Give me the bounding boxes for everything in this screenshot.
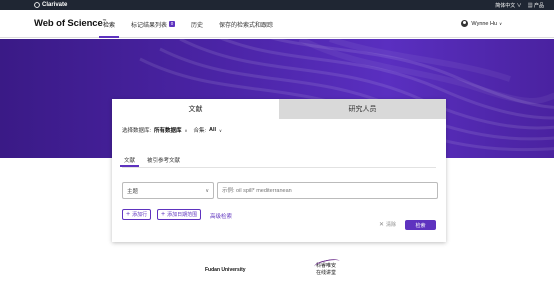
clarivate-logo[interactable]: Clarivate xyxy=(34,2,67,8)
avatar-icon xyxy=(461,20,469,27)
tab-researchers[interactable]: 研究人员 xyxy=(279,99,446,119)
search-button-label: 检索 xyxy=(415,222,426,229)
add-row-label: 添加行 xyxy=(132,212,148,218)
database-label: 选择数据库: xyxy=(122,128,152,134)
search-input[interactable] xyxy=(217,182,438,199)
search-field-select[interactable]: 主题 ∨ xyxy=(122,182,214,199)
user-name: Wynne Hu xyxy=(471,20,498,27)
main-nav: Web of Science™ 检索 标记结果列表 0 历史 保存的检索式和跟踪 … xyxy=(0,10,554,38)
products-menu[interactable]: ▦ 产品 xyxy=(528,2,544,9)
clarivate-icon xyxy=(34,2,40,8)
tab-history[interactable]: 历史 xyxy=(191,10,203,38)
clear-label: 清除 xyxy=(386,222,397,228)
tab-saved-searches[interactable]: 保存的检索式和跟踪 xyxy=(219,10,273,38)
collection-select[interactable]: All xyxy=(209,127,216,133)
search-card: 文献 研究人员 选择数据库: 所有数据库 ∨ 合集: All ∨ 文献 被引参考… xyxy=(112,99,446,242)
tab-marked-list[interactable]: 标记结果列表 0 xyxy=(131,10,176,38)
tab-search[interactable]: 检索 xyxy=(98,10,120,38)
add-row-button[interactable]: + 添加行 xyxy=(122,209,152,220)
wos-logo[interactable]: Web of Science™ xyxy=(34,18,107,29)
chevron-down-icon: ∨ xyxy=(205,187,209,194)
divider xyxy=(122,167,436,168)
marked-count-badge: 0 xyxy=(169,21,176,27)
collection-label: 合集: xyxy=(193,128,207,134)
add-date-label: 添加日期范围 xyxy=(167,212,198,218)
tab-history-label: 历史 xyxy=(191,22,204,29)
add-date-range-button[interactable]: + 添加日期范围 xyxy=(157,209,202,220)
top-bar: Clarivate 简体中文 ∨ ▦ 产品 xyxy=(0,0,554,10)
grid-icon: ▦ xyxy=(527,2,533,9)
chevron-down-icon: ∨ xyxy=(219,127,222,133)
plus-icon: + xyxy=(126,211,131,218)
subtab-cited-references[interactable]: 被引参考文献 xyxy=(147,156,180,164)
tab-documents[interactable]: 文献 xyxy=(112,99,279,119)
user-menu[interactable]: Wynne Hu ∨ xyxy=(461,20,502,27)
clarivate-label: Clarivate xyxy=(42,2,68,8)
clear-button[interactable]: ✕ 清除 xyxy=(379,221,396,228)
advanced-search-link[interactable]: 高级检索 xyxy=(210,212,232,220)
institution-name: Fudan University xyxy=(205,267,246,273)
tab-researchers-label: 研究人员 xyxy=(348,106,377,113)
database-select[interactable]: 所有数据库 xyxy=(154,126,182,134)
tab-marked-label: 标记结果列表 xyxy=(131,22,168,29)
chevron-down-icon: ∨ xyxy=(184,127,188,133)
products-label: 产品 xyxy=(533,2,544,9)
search-button[interactable]: 检索 xyxy=(405,220,436,230)
plus-icon: + xyxy=(161,211,166,218)
clarivate-lecture-logo[interactable]: 科睿唯安 在线讲堂 xyxy=(313,257,342,277)
search-field-value: 主题 xyxy=(127,188,139,195)
language-selector[interactable]: 简体中文 ∨ xyxy=(495,2,521,9)
wos-logo-text: Web of Science xyxy=(34,18,103,30)
tab-search-label: 检索 xyxy=(103,22,116,29)
chevron-down-icon: ∨ xyxy=(499,21,502,26)
tab-documents-label: 文献 xyxy=(188,106,203,113)
subtab-documents[interactable]: 文献 xyxy=(119,156,140,167)
tab-saved-label: 保存的检索式和跟踪 xyxy=(219,22,274,29)
close-icon: ✕ xyxy=(379,222,385,228)
